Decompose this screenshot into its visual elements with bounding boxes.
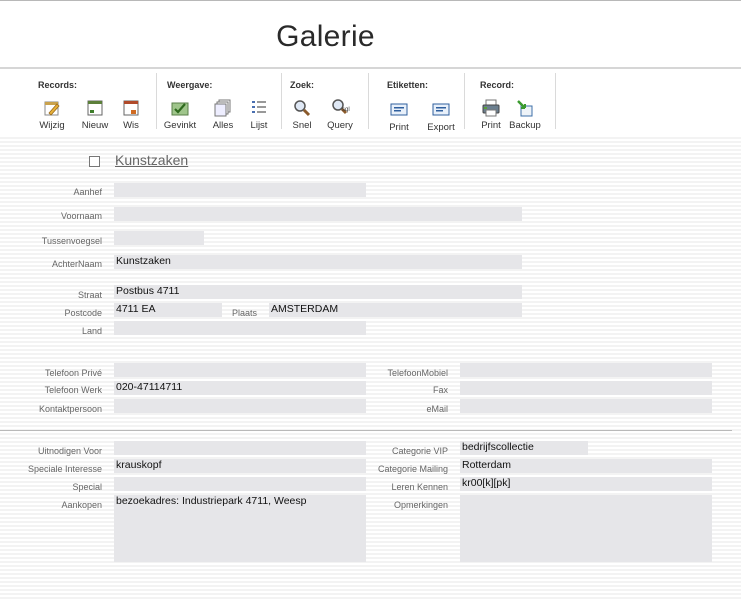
toolbar-group-etiketten: Etiketten: Print Export [369,69,464,133]
toolbar-group-weergave: Weergave: Gevinkt Alles Lijst [157,69,281,131]
new-record-icon [85,98,105,118]
label-tussenvoegsel: Tussenvoegsel [41,236,102,246]
toolbar: Records: Wijzig Nieuw Wis Weergave: Gevi… [0,67,741,137]
checked-view-button[interactable]: Gevinkt [160,98,200,131]
group-label-etiketten: Etiketten: [387,80,429,90]
label-special: Special [72,482,102,492]
toolbar-group-records: Records: Wijzig Nieuw Wis [0,69,156,131]
label-speciale-interesse: Speciale Interesse [27,464,102,474]
label-leren-kennen: Leren Kennen [391,482,448,492]
quick-search-button[interactable]: Snel [282,98,322,131]
list-view-label: Lijst [250,120,268,131]
all-view-label: Alles [212,120,234,131]
label-print-icon [389,100,409,120]
quick-search-icon [292,98,312,118]
field-telefoon-mobiel[interactable] [460,363,712,377]
group-label-records: Records: [38,80,78,90]
field-plaats[interactable]: AMSTERDAM [269,303,522,317]
label-export-button[interactable]: Export [421,100,461,133]
label-uitnodigen-voor: Uitnodigen Voor [37,446,102,456]
all-records-icon [213,98,233,118]
label-export-label: Export [427,122,455,133]
query-label: Query [327,120,353,131]
label-print-button[interactable]: Print [379,100,419,133]
field-postcode[interactable]: 4711 EA [114,303,222,317]
field-categorie-mailing[interactable]: Rotterdam [460,459,712,473]
field-voornaam[interactable] [114,207,522,221]
field-email[interactable] [460,399,712,413]
label-print-label: Print [389,122,409,133]
toolbar-separator [555,73,556,129]
field-land[interactable] [114,321,366,335]
list-icon [249,98,269,118]
sql-icon-text: sql [342,107,350,113]
checked-icon [170,98,190,118]
quick-search-label: Snel [292,120,312,131]
label-fax: Fax [432,385,448,395]
label-plaats: Plaats [232,308,258,318]
backup-button[interactable]: Backup [505,98,545,131]
delete-icon [121,98,141,118]
backup-icon [515,98,535,118]
label-email: eMail [426,404,448,414]
field-aankopen[interactable]: bezoekadres: Industriepark 4711, Weesp [114,495,366,562]
label-kontaktpersoon: Kontaktpersoon [38,404,102,414]
edit-button[interactable]: Wijzig [32,98,72,131]
new-button-label: Nieuw [81,120,109,131]
section-divider [0,430,732,431]
field-kontaktpersoon[interactable] [114,399,366,413]
field-straat[interactable]: Postbus 4711 [114,285,522,299]
window-top-border [0,0,741,1]
label-voornaam: Voornaam [60,211,102,221]
label-opmerkingen: Opmerkingen [393,500,448,510]
field-telefoon-werk[interactable]: 020-47114711 [114,381,366,395]
label-export-icon [431,100,451,120]
group-label-weergave: Weergave: [167,80,213,90]
edit-icon [42,98,62,118]
field-tussenvoegsel[interactable] [114,231,204,245]
record-checkbox[interactable] [89,156,100,167]
label-aanhef: Aanhef [73,187,102,197]
field-aanhef[interactable] [114,183,366,197]
label-categorie-mailing: Categorie Mailing [377,464,448,474]
label-land: Land [81,326,102,336]
field-achternaam[interactable]: Kunstzaken [114,255,522,269]
group-label-zoek: Zoek: [290,80,315,90]
all-view-button[interactable]: Alles [203,98,243,131]
field-categorie-vip[interactable]: bedrijfscollectie [460,441,588,455]
backup-label: Backup [509,120,541,131]
toolbar-group-record: Record: Print Backup [465,69,555,131]
field-telefoon-prive[interactable] [114,363,366,377]
list-view-button[interactable]: Lijst [239,98,279,131]
label-straat: Straat [77,290,102,300]
checked-view-label: Gevinkt [163,120,197,131]
delete-button[interactable]: Wis [111,98,151,131]
edit-button-label: Wijzig [39,120,65,131]
new-button[interactable]: Nieuw [75,98,115,131]
label-categorie-vip: Categorie VIP [391,446,448,456]
label-telefoon-werk: Telefoon Werk [44,385,102,395]
field-leren-kennen[interactable]: kr00[k][pk] [460,477,712,491]
label-aankopen: Aankopen [61,500,102,510]
field-fax[interactable] [460,381,712,395]
label-telefoon-prive: Telefoon Privé [44,368,102,378]
field-special[interactable] [114,477,366,491]
label-postcode: Postcode [64,308,102,318]
print-icon [481,98,501,118]
toolbar-group-zoek: Zoek: Snel sql Query [282,69,368,131]
label-telefoon-mobiel: TelefoonMobiel [387,368,448,378]
page-title: Galerie [276,20,375,53]
label-achternaam: AchterNaam [51,259,102,269]
group-label-record: Record: [480,80,515,90]
field-opmerkingen[interactable] [460,495,712,562]
sql-query-icon: sql [330,98,350,118]
field-speciale-interesse[interactable]: krauskopf [114,459,366,473]
delete-button-label: Wis [123,120,139,131]
query-button[interactable]: sql Query [320,98,360,131]
field-uitnodigen-voor[interactable] [114,441,366,455]
record-title-link[interactable]: Kunstzaken [115,152,188,168]
